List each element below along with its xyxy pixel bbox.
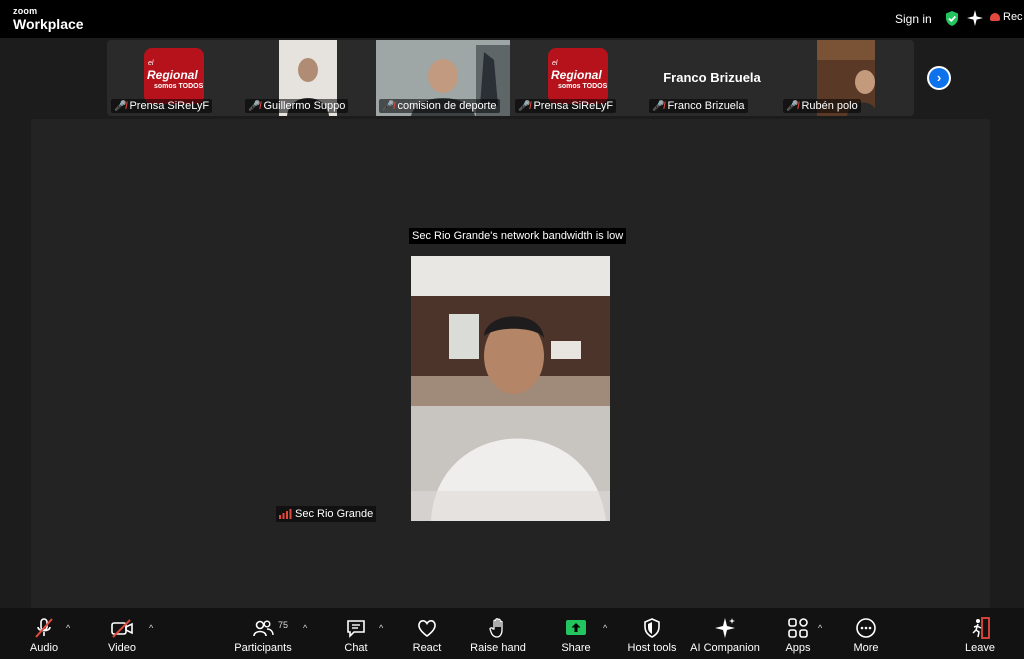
chat-button[interactable]: Chat [334,608,378,659]
apps-icon [788,618,808,638]
mic-muted-icon: 🎤̸ [652,101,665,112]
video-options-caret[interactable]: ^ [149,623,153,633]
mic-muted-icon: 🎤̸ [382,101,395,112]
ai-sparkle-icon [715,618,735,638]
participant-name: 🎤̸ Rubén polo [783,99,861,113]
mic-muted-icon: 🎤̸ [786,101,799,112]
mic-muted-icon: 🎤̸ [114,101,127,112]
sign-in-link[interactable]: Sign in [895,12,932,26]
bandwidth-notice: Sec Rio Grande's network bandwidth is lo… [409,228,627,244]
raise-hand-button[interactable]: Raise hand [468,608,528,659]
mic-muted-icon: 🎤̸ [518,101,531,112]
recording-label: Rec [1003,11,1023,23]
ai-companion-button[interactable]: AI Companion [689,608,761,659]
apps-options-caret[interactable]: ^ [818,623,822,633]
regional-logo: el Regional somos TODOS [144,48,204,104]
active-speaker-video [411,256,610,521]
share-options-caret[interactable]: ^ [603,623,607,633]
share-screen-icon [566,620,586,635]
leave-button[interactable]: Leave [958,608,1002,659]
participants-icon [253,620,274,637]
recording-indicator[interactable]: Rec [990,11,1023,23]
audio-button[interactable]: Audio [22,608,66,659]
speaker-name-label: Sec Rio Grande [276,506,377,522]
meeting-toolbar: Audio ^ Video ^ Participants 75 ^ Chat ^ [0,608,1024,659]
react-button[interactable]: React [405,608,449,659]
shield-check-icon[interactable] [944,10,960,27]
participant-tile[interactable]: 🎤̸ comision de deporte [375,40,511,116]
regional-logo: el Regional somos TODOS [548,48,608,104]
brand-big: Workplace [13,16,84,32]
participant-tile[interactable]: el Regional somos TODOS 🎤̸ Prensa SiReLyF [107,40,241,116]
participant-tile[interactable]: 🎤̸ Rubén polo [779,40,914,116]
more-icon [856,618,876,638]
audio-options-caret[interactable]: ^ [66,623,70,633]
brand-small: zoom [13,6,38,16]
share-button[interactable]: Share [554,608,598,659]
ai-sparkle-icon[interactable] [967,10,983,26]
participants-options-caret[interactable]: ^ [303,623,307,633]
shield-icon [644,618,660,638]
video-off-icon [111,619,133,638]
chat-options-caret[interactable]: ^ [379,623,383,633]
mic-muted-icon: 🎤̸ [248,101,261,112]
participant-tile[interactable]: 🎤̸ Guillermo Suppo [241,40,375,116]
chat-icon [347,620,365,638]
apps-button[interactable]: Apps [776,608,820,659]
title-bar: zoom Workplace Sign in Rec [0,0,1024,38]
participant-display-name: Franco Brizuela [663,70,761,85]
signal-bars-icon [279,509,292,520]
mic-muted-icon [35,618,53,638]
gallery-strip: el Regional somos TODOS 🎤̸ Prensa SiReLyF… [107,40,914,116]
cloud-record-icon [990,13,1000,22]
participant-name: 🎤̸ Franco Brizuela [649,99,748,113]
leave-door-icon [972,617,990,639]
video-button[interactable]: Video [100,608,144,659]
participant-name: 🎤̸ comision de deporte [379,99,500,113]
hand-icon [489,618,503,638]
participants-button[interactable]: Participants [233,608,293,659]
host-tools-button[interactable]: Host tools [623,608,681,659]
more-button[interactable]: More [844,608,888,659]
participant-tile[interactable]: el Regional somos TODOS 🎤̸ Prensa SiReLyF [511,40,645,116]
chevron-right-icon: › [929,68,949,88]
next-page-button[interactable]: › [927,66,951,90]
participants-count: 75 [278,620,289,630]
heart-icon [418,620,436,638]
participant-name: 🎤̸ Guillermo Suppo [245,99,349,113]
participant-tile[interactable]: Franco Brizuela 🎤̸ Franco Brizuela [645,40,779,116]
zoom-workplace-logo: zoom Workplace [13,6,84,32]
participant-name: 🎤̸ Prensa SiReLyF [515,99,617,113]
participant-name: 🎤̸ Prensa SiReLyF [111,99,213,113]
